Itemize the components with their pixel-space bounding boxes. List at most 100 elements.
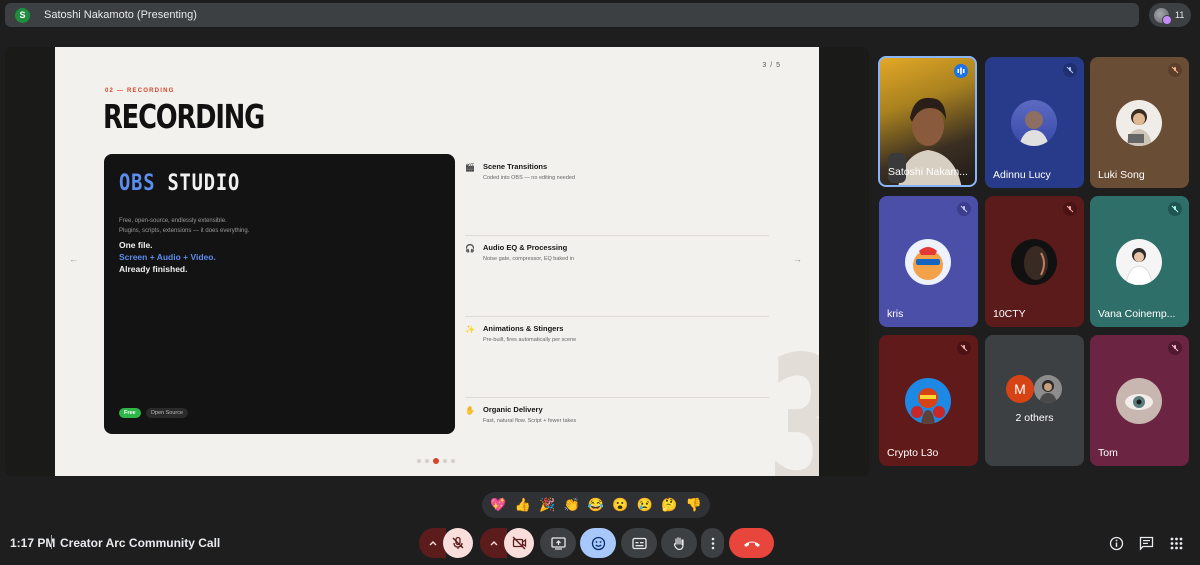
stage-right-filler <box>819 47 869 476</box>
obs-title-rest: STUDIO <box>167 171 241 196</box>
slide-prev-arrow-icon[interactable]: ← <box>69 254 78 264</box>
presenter-avatar: S <box>15 7 30 23</box>
feature-title: Scene Transitions <box>483 162 548 171</box>
captions-icon <box>631 537 647 549</box>
info-icon <box>1109 536 1123 550</box>
presenter-bar[interactable]: S Satoshi Nakamoto (Presenting) <box>5 3 1139 27</box>
participant-tile-10cty[interactable]: 10CTY <box>985 196 1084 327</box>
participant-tile-luki[interactable]: Luki Song <box>1090 57 1189 188</box>
participants-count-button[interactable]: 11 <box>1149 3 1191 27</box>
slide-kicker: 02 — RECORDING <box>105 88 175 94</box>
tag-free: Free <box>119 408 141 418</box>
participant-count: 11 <box>1175 10 1185 20</box>
participant-name: Crypto L3o <box>887 447 939 459</box>
reaction-clap[interactable]: 👏 <box>562 495 582 515</box>
reaction-heart[interactable]: 💖 <box>488 495 508 515</box>
mic-options-chevron-icon[interactable] <box>419 528 446 558</box>
reactions-bar: 💖 👍 🎉 👏 😂 😮 😢 🤔 👎 <box>482 492 710 518</box>
present-screen-button[interactable] <box>540 528 576 558</box>
slide-dot[interactable] <box>425 459 429 463</box>
participant-tile-crypto-l3o[interactable]: Crypto L3o <box>879 335 978 466</box>
feature-divider <box>465 235 769 236</box>
reactions-button[interactable] <box>580 528 616 558</box>
presenter-title: Satoshi Nakamoto (Presenting) <box>44 9 197 21</box>
tagline-line2: Screen + Audio + Video. <box>119 252 216 262</box>
feature-title: Audio EQ & Processing <box>483 243 568 252</box>
obs-card-title: OBS STUDIO <box>119 171 240 196</box>
participant-name: Tom <box>1098 447 1118 459</box>
participant-tile-others[interactable]: M 2 others <box>985 335 1084 466</box>
slide-dot[interactable] <box>443 459 447 463</box>
participant-avatar <box>905 239 951 285</box>
participant-name: kris <box>887 308 904 320</box>
headphones-icon: 🎧 <box>465 244 475 253</box>
reaction-sad[interactable]: 😢 <box>635 495 655 515</box>
emoji-icon <box>591 536 605 550</box>
slide-dot-active[interactable] <box>433 458 439 464</box>
sparkle-icon: ✨ <box>465 325 475 334</box>
meeting-info-button[interactable] <box>1106 533 1126 553</box>
feature-title: Organic Delivery <box>483 405 543 414</box>
participant-avatar <box>1011 239 1057 285</box>
slide-dot[interactable] <box>451 459 455 463</box>
participant-avatar <box>1116 378 1162 424</box>
obs-desc-line2: Plugins, scripts, extensions — it does e… <box>119 228 250 234</box>
feature-sub: Fast, natural flow. Script + fewer takes <box>483 418 577 424</box>
presentation-stage: 3 / 5 02 — RECORDING RECORDING OBS STUDI… <box>5 47 869 476</box>
activities-button[interactable] <box>1166 533 1186 553</box>
others-label: 2 others <box>1015 412 1054 424</box>
chat-icon <box>1139 536 1153 551</box>
mic-control-group <box>419 528 474 558</box>
mic-off-icon <box>1168 63 1182 77</box>
raise-hand-button[interactable] <box>661 528 697 558</box>
obs-card: OBS STUDIO Free, open-source, endlessly … <box>104 154 455 434</box>
more-vert-icon <box>711 537 714 549</box>
raise-hand-icon <box>673 536 684 550</box>
slide-title: RECORDING <box>103 97 265 136</box>
meeting-name: Creator Arc Community Call <box>60 536 221 550</box>
camera-toggle-button[interactable] <box>504 528 534 558</box>
feature-sub: Noise gate, compressor, EQ baked in <box>483 256 575 262</box>
bottom-divider <box>51 535 52 549</box>
mic-toggle-button[interactable] <box>443 528 473 558</box>
slide-progress-dots <box>417 458 455 464</box>
participant-avatar <box>905 378 951 424</box>
participant-tile-kris[interactable]: kris <box>879 196 978 327</box>
slide-next-arrow-icon[interactable]: → <box>793 254 802 264</box>
mic-off-icon <box>957 202 971 216</box>
reaction-thinking[interactable]: 🤔 <box>659 495 679 515</box>
feature-divider <box>465 316 769 317</box>
reaction-thumbs-down[interactable]: 👎 <box>684 495 704 515</box>
reaction-laugh[interactable]: 😂 <box>586 495 606 515</box>
participant-name: Vana Coinemp... <box>1098 308 1176 320</box>
reaction-surprised[interactable]: 😮 <box>610 495 630 515</box>
obs-card-description: Free, open-source, endlessly extensible.… <box>119 216 319 236</box>
more-options-button[interactable] <box>701 528 724 558</box>
reaction-party[interactable]: 🎉 <box>537 495 557 515</box>
obs-card-tags: Free Open Source <box>119 408 189 418</box>
feature-sub: Pre-built, fires automatically per scene <box>483 337 577 343</box>
obs-card-tagline: One file. Screen + Audio + Video. Alread… <box>119 239 216 275</box>
leave-call-button[interactable] <box>729 528 774 558</box>
reaction-thumbs-up[interactable]: 👍 <box>513 495 533 515</box>
camera-off-icon <box>512 536 526 550</box>
participant-name: Satoshi Nakam... <box>888 166 968 178</box>
participant-name: 10CTY <box>993 308 1026 320</box>
tagline-line1: One file. <box>119 240 153 250</box>
camera-options-chevron-icon[interactable] <box>480 528 507 558</box>
participant-tile-adinnu[interactable]: Adinnu Lucy <box>985 57 1084 188</box>
feature-sub: Coded into OBS — no editing needed <box>483 175 576 181</box>
apps-grid-icon <box>1170 537 1182 549</box>
mic-off-icon <box>452 536 464 549</box>
participant-tile-satoshi[interactable]: Satoshi Nakam... <box>878 56 977 187</box>
obs-desc-line1: Free, open-source, endlessly extensible. <box>119 218 227 224</box>
captions-button[interactable] <box>621 528 657 558</box>
participant-tile-tom[interactable]: Tom <box>1090 335 1189 466</box>
participant-tile-vana[interactable]: Vana Coinemp... <box>1090 196 1189 327</box>
slide-dot[interactable] <box>417 459 421 463</box>
mic-off-icon <box>1063 202 1077 216</box>
slide-page-number: 3 / 5 <box>762 62 781 69</box>
participant-name: Luki Song <box>1098 169 1145 181</box>
chat-button[interactable] <box>1136 533 1156 553</box>
hang-up-icon <box>743 541 760 547</box>
